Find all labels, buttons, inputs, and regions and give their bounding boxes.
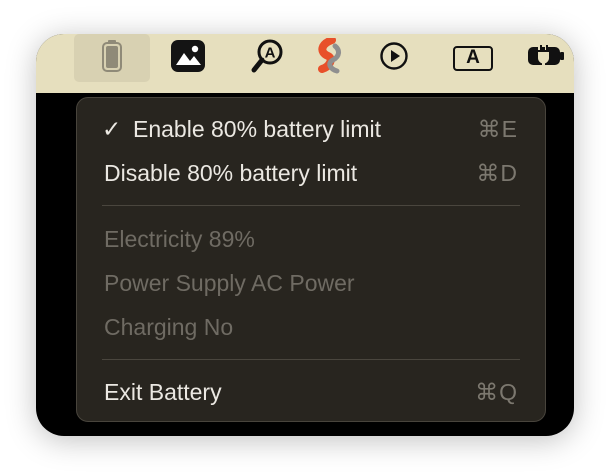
search-a-menu-extra[interactable]: A	[246, 34, 290, 82]
charging-plug-icon	[526, 41, 574, 76]
menu-item-label: Disable 80% battery limit	[104, 160, 358, 186]
menu-separator	[102, 359, 520, 360]
menu-bar: A A	[36, 34, 574, 93]
svg-text:A: A	[265, 44, 276, 61]
menu-item-shortcut: ⌘D	[476, 160, 518, 186]
menu-item-enable-limit[interactable]: ✓ Enable 80% battery limit ⌘E	[77, 111, 545, 147]
info-power-supply: Power Supply AC Power	[77, 265, 545, 301]
screen-crop: A A ✓ Enable 80% battery limit ⌘E Disabl…	[36, 34, 574, 436]
menu-item-disable-limit[interactable]: Disable 80% battery limit ⌘D	[77, 155, 545, 191]
photo-menu-extra[interactable]	[166, 34, 210, 82]
menu-item-exit[interactable]: Exit Battery ⌘Q	[77, 374, 545, 410]
info-electricity: Electricity 89%	[77, 221, 545, 257]
battery-icon	[101, 39, 123, 78]
photo-icon	[170, 39, 206, 78]
info-label: Power Supply AC Power	[104, 270, 355, 296]
menu-item-shortcut: ⌘E	[477, 116, 518, 142]
play-menu-extra[interactable]	[372, 34, 416, 82]
menu-separator	[102, 205, 520, 206]
menu-item-label: Enable 80% battery limit	[133, 116, 382, 142]
checkmark-icon: ✓	[102, 116, 122, 142]
info-charging: Charging No	[77, 309, 545, 345]
input-source-a-icon: A	[453, 45, 493, 71]
battery-menu-extra[interactable]	[74, 34, 150, 82]
charging-menu-extra[interactable]	[526, 34, 574, 82]
info-label: Charging No	[104, 314, 234, 340]
input-source-menu-extra[interactable]: A	[444, 34, 502, 82]
menu-item-shortcut: ⌘Q	[475, 379, 518, 405]
input-source-label: A	[466, 46, 480, 68]
search-a-icon: A	[250, 38, 286, 79]
info-label: Electricity 89%	[104, 226, 255, 252]
play-circle-icon	[379, 41, 409, 76]
battery-dropdown-menu: ✓ Enable 80% battery limit ⌘E Disable 80…	[76, 97, 546, 422]
s-app-menu-extra[interactable]	[308, 34, 352, 82]
s-app-icon	[313, 35, 347, 79]
menu-item-label: Exit Battery	[104, 379, 222, 405]
